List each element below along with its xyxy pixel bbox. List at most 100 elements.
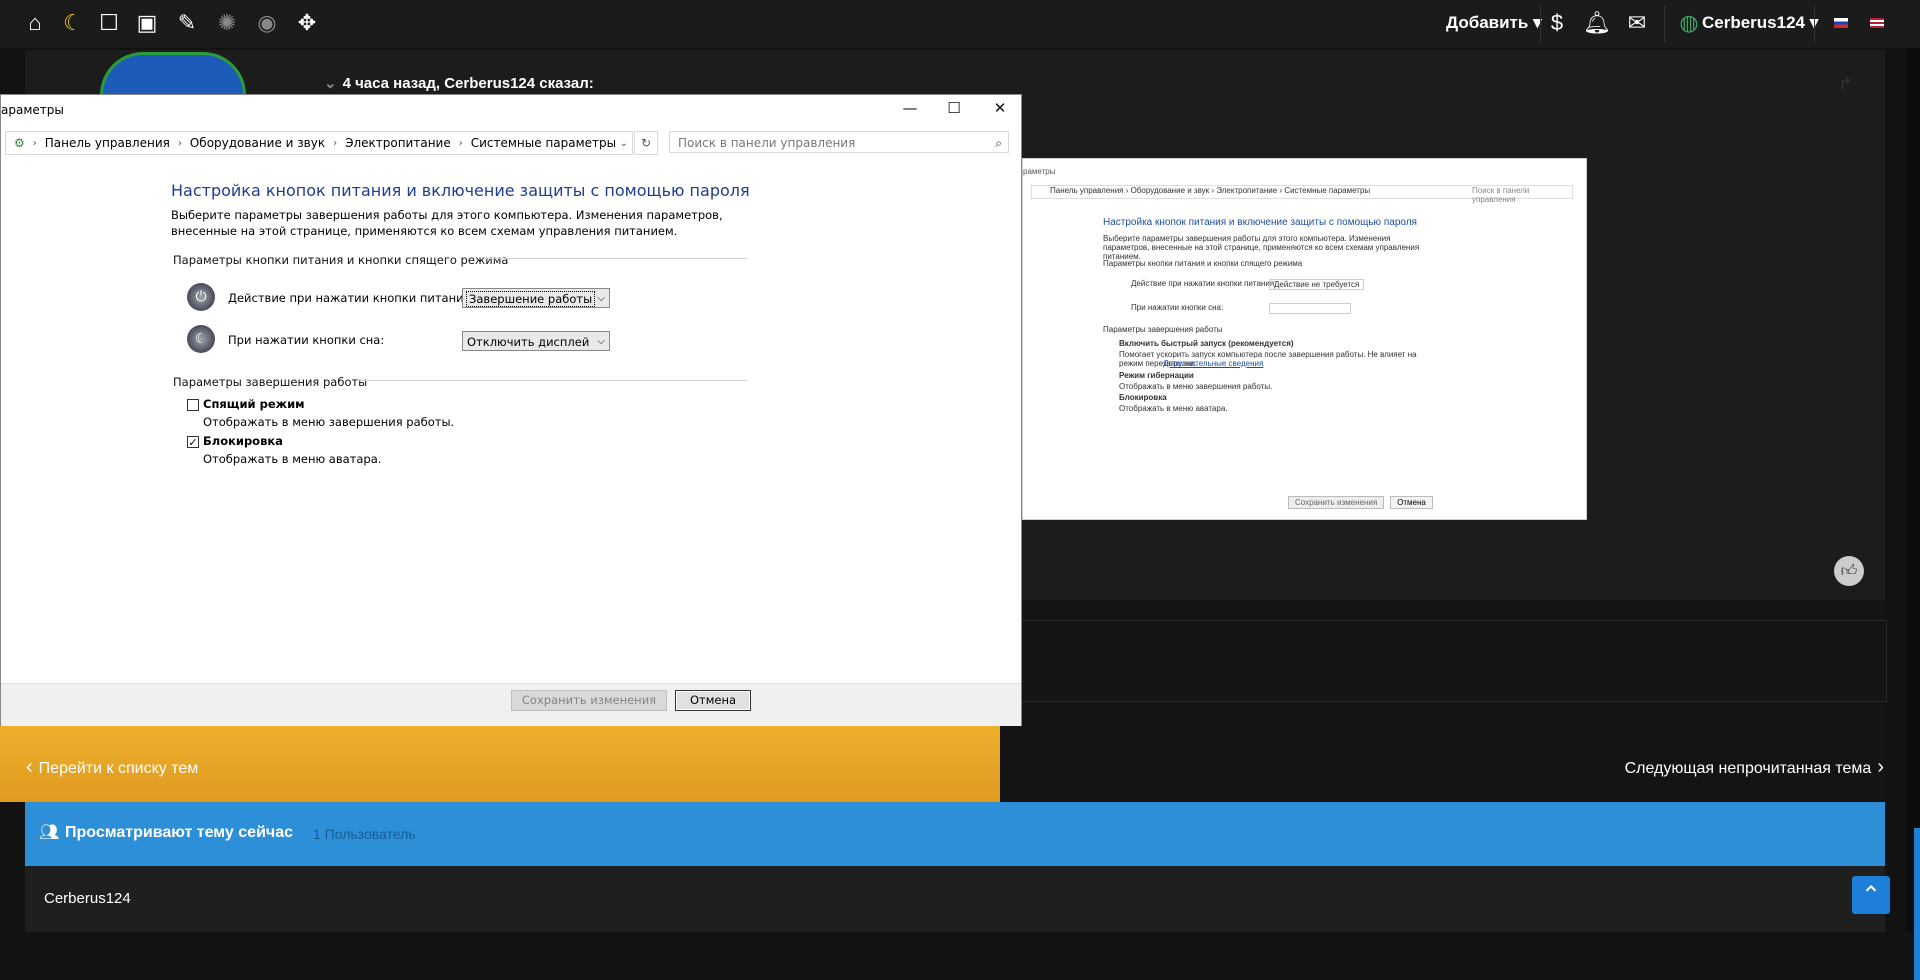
- chevron-right-icon: ›: [1877, 756, 1884, 778]
- search-icon[interactable]: ⌕: [995, 132, 1002, 154]
- save-button[interactable]: Сохранить изменения: [511, 690, 667, 711]
- bell-icon[interactable]: 🔔︎: [1582, 8, 1612, 38]
- embedded-fast-link[interactable]: Дополнительные сведения: [1163, 359, 1263, 368]
- embedded-title: раметры: [1023, 167, 1056, 176]
- breadcrumb-separator: ›: [458, 137, 463, 149]
- avatar-icon[interactable]: ◍: [1674, 8, 1704, 38]
- next-topic-text: Следующая непрочитанная тема: [1624, 760, 1872, 777]
- square-icon[interactable]: ☐: [94, 8, 124, 38]
- forum-top-bar: ⌂ ☾ ☐ ▣ ✎ ✺ ◉ ✥ Добавить ▾ $ 🔔︎ ✉ ◍ Cerb…: [0, 0, 1920, 48]
- chevron-up-icon: ⌃: [1860, 881, 1882, 909]
- search-placeholder: Поиск в панели управления: [678, 136, 856, 150]
- sleep-action-select[interactable]: Отключить дисплей ⌵: [462, 331, 610, 351]
- section-divider: [485, 258, 747, 259]
- embedded-lock-desc: Отображать в меню аватара.: [1119, 404, 1228, 413]
- minimize-icon[interactable]: —: [895, 99, 925, 117]
- cancel-button[interactable]: Отмена: [675, 690, 751, 711]
- search-input[interactable]: Поиск в панели управления ⌕: [669, 131, 1009, 153]
- sleep-button-icon: ☾: [187, 325, 215, 353]
- breadcrumb[interactable]: ⚙ › Панель управления › Оборудование и з…: [5, 131, 633, 155]
- share-icon[interactable]: ↱: [1838, 74, 1853, 95]
- divider: [1540, 6, 1541, 42]
- breadcrumb-item[interactable]: Панель управления: [45, 136, 170, 150]
- embedded-lock-label: Блокировка: [1119, 393, 1167, 402]
- moon-icon[interactable]: ☾: [58, 8, 88, 38]
- embedded-hib-label: Режим гибернации: [1119, 371, 1194, 380]
- quote-header: ⌄ 4 часа назад, Cerberus124 сказал:: [324, 74, 594, 92]
- embedded-desc: Выберите параметры завершения работы для…: [1103, 234, 1420, 261]
- prev-topic-text: Перейти к списку тем: [38, 760, 199, 777]
- control-panel-icon: ⚙: [14, 136, 25, 150]
- power-button-icon: ⏻: [187, 283, 215, 311]
- embedded-screenshot[interactable]: раметры Панель управления › Оборудование…: [1022, 158, 1587, 520]
- breadcrumb-item[interactable]: Системные параметры: [471, 136, 616, 150]
- sleep-action-value: Отключить дисплей: [467, 335, 590, 349]
- breadcrumb-item[interactable]: Электропитание: [345, 136, 451, 150]
- us-flag-icon[interactable]: [1862, 8, 1892, 38]
- viewers-count: 1 Пользователь: [313, 826, 416, 842]
- chevron-down-icon[interactable]: ⌄: [620, 138, 628, 149]
- prev-topic-link[interactable]: ‹ Перейти к списку тем: [26, 756, 198, 779]
- power-action-label: Действие при нажатии кнопки питания:: [228, 291, 475, 305]
- add-menu[interactable]: Добавить ▾: [1446, 13, 1542, 33]
- mail-icon[interactable]: ✉: [1622, 8, 1652, 38]
- refresh-icon[interactable]: ↻: [634, 131, 658, 155]
- power-action-select[interactable]: Завершение работы ⌵: [462, 288, 610, 308]
- viewers-list: Cerberus124: [25, 866, 1885, 932]
- embedded-buttons: Сохранить изменения Отмена: [1288, 496, 1439, 509]
- image-icon[interactable]: ▣: [132, 8, 162, 38]
- lock-checkbox[interactable]: ✓: [187, 436, 199, 449]
- power-action-value: Завершение работы: [465, 291, 596, 307]
- maximize-icon[interactable]: ☐: [939, 99, 969, 117]
- page-description: Выберите параметры завершения работы для…: [171, 208, 723, 238]
- section-divider: [357, 380, 747, 381]
- embedded-sleep-value: [1269, 303, 1351, 314]
- scroll-top-button[interactable]: ⌃: [1852, 876, 1890, 914]
- embedded-power-label: Действие при нажатии кнопки питания:: [1131, 279, 1277, 288]
- dialog-footer: Сохранить изменения Отмена: [1, 683, 1021, 726]
- window-title: араметры: [1, 103, 64, 117]
- embedded-fast-label: Включить быстрый запуск (рекомендуется): [1119, 339, 1294, 348]
- poster-avatar[interactable]: [100, 52, 246, 95]
- lock-desc: Отображать в меню аватара.: [203, 452, 382, 466]
- embedded-sleep-label: При нажатии кнопки сна:: [1131, 303, 1224, 312]
- brush-icon[interactable]: ✎: [172, 8, 202, 38]
- user-menu[interactable]: Cerberus124 ▾: [1702, 13, 1818, 33]
- dollar-icon[interactable]: $: [1542, 8, 1572, 38]
- expand-icon[interactable]: ✥: [292, 8, 322, 38]
- users-icon: 👥︎: [39, 824, 60, 841]
- page-title: Настройка кнопок питания и включение защ…: [171, 181, 750, 200]
- chevron-down-icon: ⌵: [597, 336, 605, 347]
- embedded-cancel-button: Отмена: [1390, 496, 1433, 509]
- breadcrumb-item[interactable]: Оборудование и звук: [190, 136, 325, 150]
- chevron-down-icon[interactable]: ⌄: [324, 75, 337, 92]
- viewer-user[interactable]: Cerberus124: [44, 890, 131, 907]
- embedded-address-bar: Панель управления › Оборудование и звук …: [1031, 185, 1573, 204]
- chevron-down-icon: ⌵: [597, 293, 605, 304]
- sleep-action-label: При нажатии кнопки сна:: [228, 333, 385, 347]
- viewers-title: Просматривают тему сейчас: [65, 824, 293, 841]
- ru-flag-icon[interactable]: [1826, 8, 1856, 38]
- like-icon[interactable]: 👍︎: [1834, 556, 1864, 586]
- sleep-mode-label[interactable]: Спящий режим: [203, 397, 305, 411]
- sleep-mode-desc: Отображать в меню завершения работы.: [203, 415, 455, 429]
- sleep-mode-checkbox[interactable]: [187, 399, 199, 411]
- page-scrollbar[interactable]: [1906, 48, 1920, 980]
- embedded-power-value: Действие не требуется: [1269, 279, 1365, 290]
- spinner-icon[interactable]: ✺: [212, 8, 242, 38]
- eye-icon[interactable]: ◉: [252, 8, 282, 38]
- breadcrumb-separator: ›: [177, 137, 182, 149]
- next-topic-link[interactable]: Следующая непрочитанная тема ›: [1625, 756, 1884, 779]
- divider: [1664, 6, 1665, 42]
- breadcrumb-separator: ›: [333, 137, 338, 149]
- embedded-hib-desc: Отображать в меню завершения работы.: [1119, 382, 1273, 391]
- chevron-left-icon: ‹: [26, 756, 33, 778]
- system-settings-window: араметры — ☐ ✕ ⚙ › Панель управления › О…: [0, 94, 1022, 726]
- home-icon[interactable]: ⌂: [20, 8, 50, 38]
- scrollbar-thumb[interactable]: [1914, 828, 1920, 980]
- embedded-heading: Настройка кнопок питания и включение защ…: [1103, 217, 1417, 228]
- viewers-header: 👥︎ Просматривают тему сейчас 1 Пользоват…: [25, 802, 1885, 866]
- close-icon[interactable]: ✕: [985, 99, 1015, 117]
- lock-label[interactable]: Блокировка: [203, 434, 283, 448]
- section-shutdown: Параметры завершения работы: [173, 375, 368, 389]
